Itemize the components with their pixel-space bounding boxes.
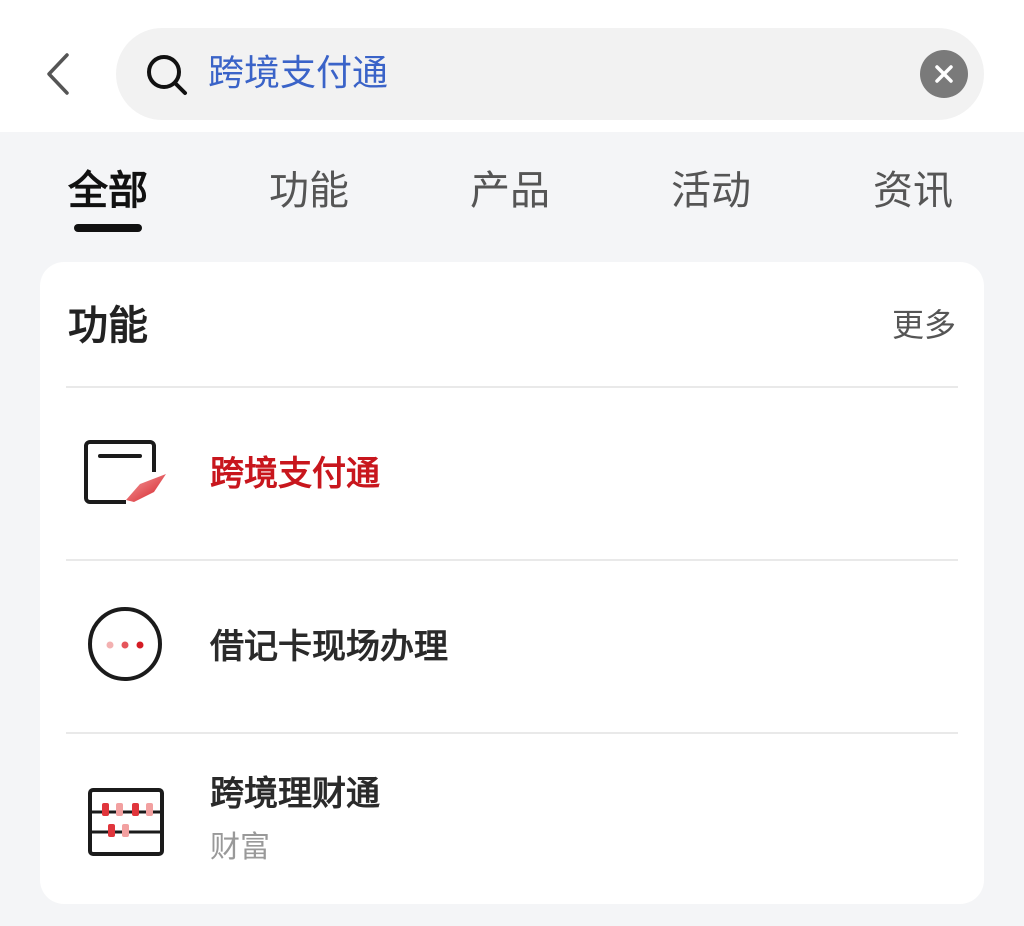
- tab-news[interactable]: 资讯: [873, 168, 953, 214]
- results-card: 功能 更多 跨境支付通 借记卡现场办理 跨境理财通 财富: [40, 262, 984, 904]
- top-bar: 跨境支付通: [0, 0, 1024, 132]
- back-button[interactable]: [30, 46, 86, 102]
- tab-products[interactable]: 产品: [470, 168, 550, 214]
- tab-functions[interactable]: 功能: [269, 168, 349, 214]
- abacus-icon: [88, 788, 164, 856]
- search-icon: [147, 55, 187, 95]
- category-tabs: 全部 功能 产品 活动 资讯: [0, 132, 1024, 252]
- search-box[interactable]: 跨境支付通: [116, 28, 984, 120]
- result-title: 借记卡现场办理: [210, 627, 448, 667]
- result-title: 跨境支付通: [210, 454, 380, 494]
- list-item[interactable]: 跨境支付通: [40, 388, 984, 558]
- more-link[interactable]: 更多: [892, 306, 956, 344]
- list-item[interactable]: 借记卡现场办理: [40, 561, 984, 731]
- result-category: 财富: [210, 830, 270, 865]
- back-arrow-icon: [47, 53, 69, 95]
- result-title: 跨境理财通: [210, 774, 380, 814]
- close-icon: [935, 65, 953, 83]
- list-item[interactable]: 跨境理财通 财富: [40, 734, 984, 904]
- section-title: 功能: [68, 303, 148, 349]
- clear-search-button[interactable]: [920, 50, 968, 98]
- payment-card-icon: [84, 440, 166, 504]
- active-tab-indicator: [74, 224, 142, 232]
- search-input[interactable]: 跨境支付通: [208, 28, 388, 120]
- tab-activities[interactable]: 活动: [671, 168, 751, 214]
- more-dots-icon: [88, 607, 162, 681]
- tab-all[interactable]: 全部: [68, 168, 148, 214]
